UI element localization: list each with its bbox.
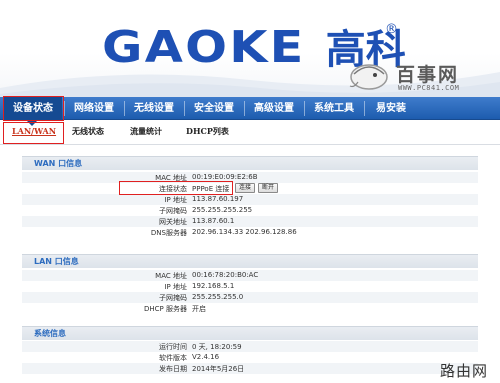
row-label: 发布日期 [159,365,187,373]
wan-section-title: WAN 口信息 [22,156,478,170]
logo-text: GAOKE [102,22,306,73]
row-label: DHCP 服务器 [144,305,187,313]
table-row: 连接状态 PPPoE 连接 连接 断开 [22,183,478,194]
tab-wireless-status[interactable]: 无线状态 [72,126,104,137]
tab-dhcp-list[interactable]: DHCP列表 [186,126,229,137]
table-row: 网关地址 113.87.60.1 [22,216,478,227]
watermark-cn: 百事网 [396,64,460,86]
registered-mark: ® [385,22,398,37]
highlight-connection-status [119,181,233,195]
nav-separator [244,101,245,116]
nav-wireless-settings[interactable]: 无线设置 [126,97,182,120]
row-value: 192.168.5.1 [192,282,235,290]
row-value: 00:16:78:20:B0:AC [192,271,259,279]
header-banner: GAOKE 高科 ® 百事网 WWW.PC841.COM [0,0,500,97]
row-label: 运行时间 [159,343,187,351]
row-value: 2014年5月26日 [192,365,245,373]
row-label: 网关地址 [159,218,187,226]
row-value: 开启 [192,305,206,313]
row-label: MAC 地址 [155,272,187,280]
table-row: DNS服务器 202.96.134.33 202.96.128.86 [22,227,478,238]
footer-watermark: 路由网 [440,362,489,380]
table-row: MAC 地址 00:19:E0:09:E2:6B [22,172,478,183]
nav-advanced-settings[interactable]: 高级设置 [246,97,302,120]
tab-traffic-stats[interactable]: 流量统计 [130,126,162,137]
sub-nav: LAN/WAN 无线状态 流量统计 DHCP列表 [0,121,500,145]
row-value: 00:19:E0:09:E2:6B [192,173,258,181]
row-label: 子网掩码 [159,207,187,215]
nav-easy-install[interactable]: 易安装 [366,97,416,120]
row-label: DNS服务器 [150,229,187,237]
row-value: 113.87.60.197 [192,195,244,203]
nav-system-tools[interactable]: 系统工具 [306,97,362,120]
nav-network-settings[interactable]: 网络设置 [66,97,122,120]
nav-separator [304,101,305,116]
table-row: DHCP 服务器 开启 [22,303,478,314]
lan-section-title: LAN 口信息 [22,254,478,268]
table-row: 子网掩码 255.255.255.255 [22,205,478,216]
highlight-device-status [3,96,64,121]
system-section-title: 系统信息 [22,326,478,340]
nav-separator [124,101,125,116]
row-value: 255.255.255.0 [192,293,244,301]
row-value: 0 天, 18:20:59 [192,343,242,351]
row-label: IP 地址 [164,196,187,204]
status-panel: WAN 口信息 MAC 地址 00:19:E0:09:E2:6B 连接状态 PP… [22,150,478,383]
watermark-url: WWW.PC841.COM [398,84,460,92]
nav-separator [184,101,185,116]
row-value: 202.96.134.33 202.96.128.86 [192,228,297,236]
row-label: 软件版本 [159,354,187,362]
connect-button[interactable]: 连接 [235,183,256,193]
table-row: 发布日期 2014年5月26日 [22,363,478,374]
main-nav: 设备状态 网络设置 无线设置 安全设置 高级设置 系统工具 易安装 [0,97,500,120]
mouse-icon [349,64,388,90]
row-value: 255.255.255.255 [192,206,253,214]
nav-separator [364,101,365,116]
table-row: 软件版本 V2.4.16 [22,352,478,363]
row-label: 子网掩码 [159,294,187,302]
row-value: 113.87.60.1 [192,217,235,225]
disconnect-button[interactable]: 断开 [258,183,279,193]
table-row: 运行时间 0 天, 18:20:59 [22,341,478,352]
table-row: 子网掩码 255.255.255.0 [22,292,478,303]
table-row: IP 地址 192.168.5.1 [22,281,478,292]
nav-separator [64,101,65,116]
nav-security-settings[interactable]: 安全设置 [186,97,242,120]
table-row: IP 地址 113.87.60.197 [22,194,478,205]
highlight-lan-wan [3,122,64,144]
table-row: MAC 地址 00:16:78:20:B0:AC [22,270,478,281]
row-label: IP 地址 [164,283,187,291]
row-value: V2.4.16 [192,353,220,361]
